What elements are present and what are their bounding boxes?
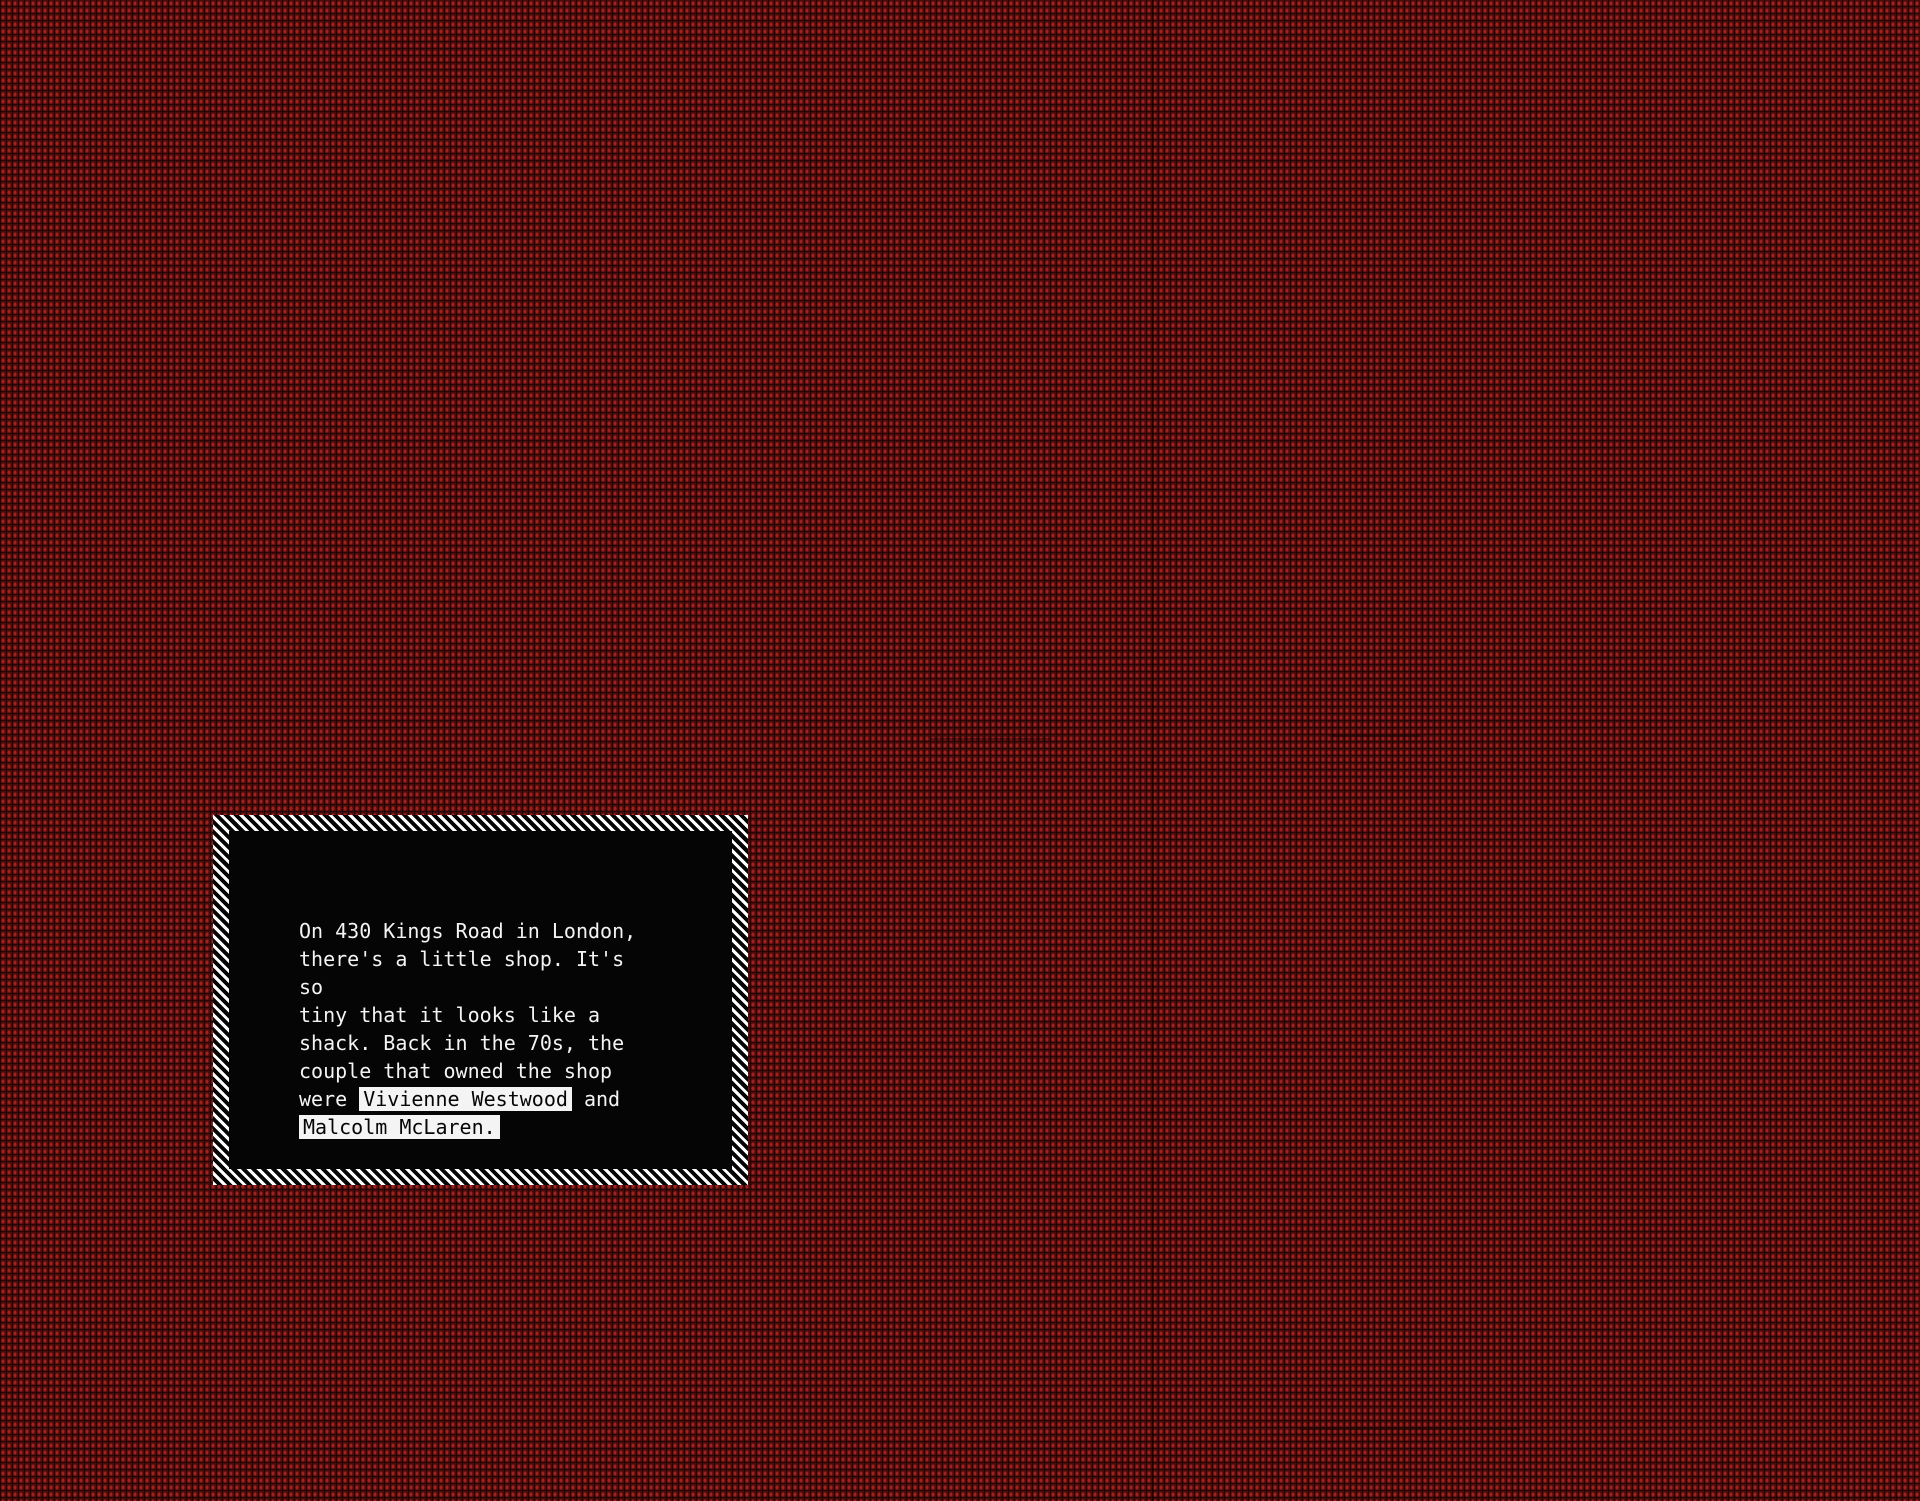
texture-scratch — [930, 738, 1050, 740]
page-fold-line — [1152, 0, 1154, 1501]
texture-scratch — [1300, 1428, 1520, 1430]
caption-line: On 430 Kings Road in London, — [299, 919, 637, 943]
caption-line: tiny that it looks like a — [299, 1003, 601, 1027]
highlighted-name-malcolm-mclaren: Malcolm McLaren. — [299, 1115, 500, 1139]
caption-text: On 430 Kings Road in London, there's a li… — [299, 917, 659, 1141]
texture-scratch — [1330, 735, 1420, 737]
caption-line: and — [583, 1087, 621, 1111]
caption-line: shack. Back in the 70s, the — [299, 1031, 625, 1055]
caption-line: couple that owned the shop — [299, 1059, 613, 1083]
caption-line: there's a little shop. It's so — [299, 947, 625, 999]
highlighted-name-vivienne-westwood: Vivienne Westwood — [359, 1087, 572, 1111]
caption-line: were — [299, 1087, 348, 1111]
caption-box: On 430 Kings Road in London, there's a li… — [213, 815, 748, 1185]
